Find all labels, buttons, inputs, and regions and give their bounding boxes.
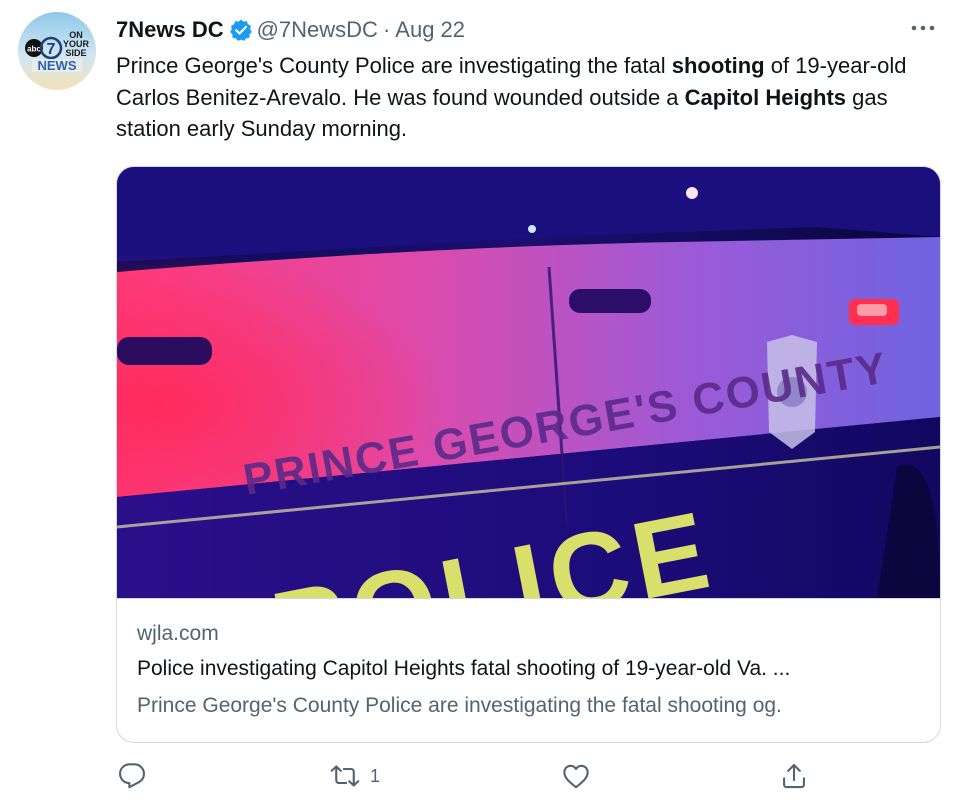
display-name[interactable]: 7News DC — [116, 17, 224, 43]
avatar[interactable]: abc 7 ON YOUR SIDE NEWS — [18, 12, 96, 90]
more-horizontal-icon[interactable] — [908, 18, 938, 38]
avatar-image: abc 7 ON YOUR SIDE NEWS — [18, 12, 96, 90]
retweet-button[interactable]: 1 — [330, 762, 380, 790]
card-title: Police investigating Capitol Heights fat… — [137, 657, 791, 680]
card-description: Prince George's County Police are invest… — [137, 694, 782, 717]
tweet-text-part-1: Prince George's County Police are invest… — [116, 53, 672, 78]
card-image[interactable]: PRINCE GEORGE'S COUNTY POLICE — [117, 167, 940, 599]
verified-badge-icon — [229, 18, 253, 42]
card-domain: wjla.com — [137, 622, 219, 645]
action-bar: 1 — [116, 762, 941, 798]
avatar-slogan-3: SIDE — [65, 48, 86, 58]
avatar-network: abc — [27, 45, 41, 54]
avatar-channel: 7 — [47, 41, 56, 58]
police-car-photo: PRINCE GEORGE'S COUNTY POLICE — [117, 167, 940, 598]
link-card[interactable]: PRINCE GEORGE'S COUNTY POLICE wjla.com P… — [116, 166, 941, 743]
retweet-count: 1 — [370, 765, 381, 786]
tweet-text-bold-shooting: shooting — [671, 53, 765, 78]
avatar-brand: NEWS — [38, 58, 77, 73]
tweet-date[interactable]: Aug 22 — [395, 17, 465, 43]
reply-icon — [118, 762, 146, 790]
tweet-header: 7News DC @7NewsDC · Aug 22 — [116, 14, 465, 46]
heart-icon — [562, 762, 590, 790]
tweet[interactable]: abc 7 ON YOUR SIDE NEWS 7News DC @7NewsD… — [0, 0, 960, 807]
separator-dot: · — [382, 17, 391, 42]
retweet-icon — [330, 762, 360, 790]
share-icon — [780, 762, 808, 790]
reply-button[interactable] — [118, 762, 156, 790]
like-button[interactable] — [562, 762, 600, 790]
share-button[interactable] — [780, 762, 818, 790]
user-handle[interactable]: @7NewsDC — [257, 17, 378, 43]
tweet-text: Prince George's County Police are invest… — [116, 50, 941, 145]
tweet-text-bold-capitol-heights: Capitol Heights — [684, 84, 847, 110]
